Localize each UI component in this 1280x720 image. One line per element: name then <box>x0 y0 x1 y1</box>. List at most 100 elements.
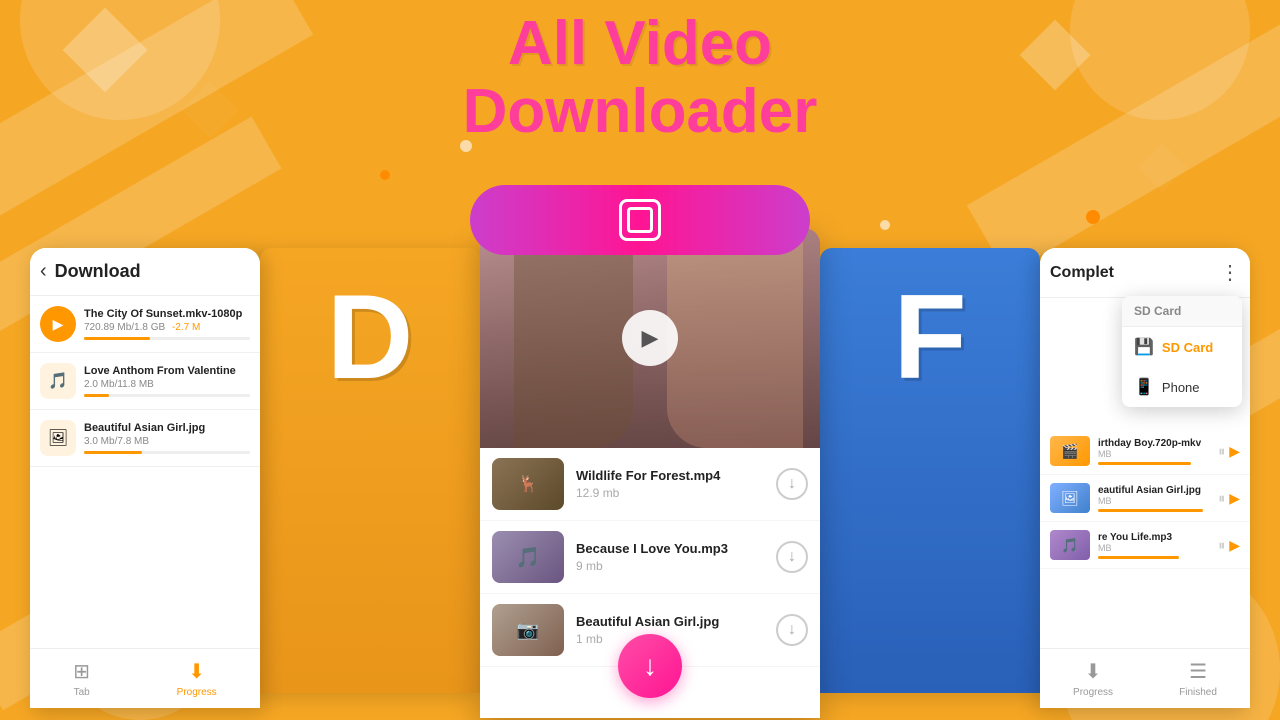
purple-bar-icon <box>619 199 661 241</box>
screen-download: ‹ Download ▶ The City Of Sunset.mkv-1080… <box>30 248 260 708</box>
play-button-1[interactable]: ▶ <box>40 306 76 342</box>
screen-right-bottom-nav: ⬇ Progress ☰ Finished <box>1040 648 1250 708</box>
media-size-1: 12.9 mb <box>576 486 776 500</box>
completed-name-1: irthday Boy.720p-mkv <box>1098 438 1214 449</box>
completed-size-3: MB <box>1098 543 1214 553</box>
progress-bar-wrap-2 <box>84 394 250 397</box>
completed-size-1: MB <box>1098 449 1214 459</box>
tab-icon: ⊞ <box>73 659 90 684</box>
f-letter-text: F <box>893 268 966 406</box>
media-info-1: Wildlife For Forest.mp4 12.9 mb <box>576 468 776 500</box>
completed-progress-1 <box>1098 462 1191 465</box>
play-btn-completed-2[interactable]: ▶ <box>1229 490 1240 507</box>
fab-download-button[interactable]: ↓ <box>618 634 682 698</box>
item-size-1: 720.89 Mb/1.8 GB -2.7 M <box>84 322 250 333</box>
media-thumb-photo-3: 📷 <box>492 604 564 656</box>
play-btn-completed-3[interactable]: ▶ <box>1229 537 1240 554</box>
progress-bar-wrap-3 <box>84 451 250 454</box>
screen-f-letter: F <box>820 248 1040 693</box>
download-item-info-1: The City Of Sunset.mkv-1080p 720.89 Mb/1… <box>84 308 250 340</box>
dropdown-phone[interactable]: 📱 Phone <box>1122 367 1242 407</box>
download-title: Download <box>55 261 141 282</box>
media-thumb-1: 🦌 <box>492 458 564 510</box>
media-download-btn-1[interactable]: ↓ <box>776 468 808 500</box>
d-letter-text: D <box>327 268 414 406</box>
media-thumb-video-1: 🦌 <box>492 458 564 510</box>
dot-2 <box>880 220 890 230</box>
sdcard-icon: 💾 <box>1134 337 1154 357</box>
video-thumbnail[interactable]: ▶ <box>480 228 820 448</box>
progress-bar-fill-2 <box>84 394 109 397</box>
completed-item-3: 🎵 re You Life.mp3 MB ⏸ ▶ <box>1040 522 1250 569</box>
media-download-btn-3[interactable]: ↓ <box>776 614 808 646</box>
screens-row: ‹ Download ▶ The City Of Sunset.mkv-1080… <box>0 248 1280 718</box>
completed-info-2: eautiful Asian Girl.jpg MB <box>1098 485 1214 512</box>
completed-progress-3 <box>1098 556 1179 559</box>
pause-btn-2[interactable]: ⏸ <box>1218 490 1225 507</box>
progress-label-right: Progress <box>1073 687 1113 698</box>
completed-actions-3: ⏸ ▶ <box>1218 537 1240 554</box>
phone-label: Phone <box>1162 380 1200 395</box>
completed-actions-2: ⏸ ▶ <box>1218 490 1240 507</box>
media-item-2: 🎵 Because I Love You.mp3 9 mb ↓ <box>480 521 820 594</box>
screen-left-bottom-nav: ⊞ Tab ⬇ Progress <box>30 648 260 708</box>
completed-thumb-3: 🎵 <box>1050 530 1090 560</box>
completed-item-2: 🖼 eautiful Asian Girl.jpg MB ⏸ ▶ <box>1040 475 1250 522</box>
item-name-1: The City Of Sunset.mkv-1080p <box>84 308 250 320</box>
finished-label: Finished <box>1179 687 1217 698</box>
progress-bar-fill-1 <box>84 337 150 340</box>
finished-icon: ☰ <box>1189 659 1207 684</box>
media-thumb-music-2: 🎵 <box>492 531 564 583</box>
download-item-1: ▶ The City Of Sunset.mkv-1080p 720.89 Mb… <box>30 296 260 353</box>
phone-icon: 📱 <box>1134 377 1154 397</box>
dot-3 <box>1086 210 1100 224</box>
title-section: All Video Downloader <box>0 10 1280 146</box>
media-info-3: Beautiful Asian Girl.jpg 1 mb <box>576 614 776 646</box>
dot-4 <box>380 170 390 180</box>
download-item-3: 🖼 Beautiful Asian Girl.jpg 3.0 Mb/7.8 MB <box>30 410 260 467</box>
hair-right <box>667 228 803 448</box>
item-size-3: 3.0 Mb/7.8 MB <box>84 436 250 447</box>
media-thumb-3: 📷 <box>492 604 564 656</box>
download-item-info-3: Beautiful Asian Girl.jpg 3.0 Mb/7.8 MB <box>84 422 250 454</box>
back-arrow-icon[interactable]: ‹ <box>40 260 47 283</box>
more-options-icon[interactable]: ⋮ <box>1220 260 1240 285</box>
nav-tab[interactable]: ⊞ Tab <box>73 659 90 698</box>
dropdown-sdcard[interactable]: 💾 SD Card <box>1122 327 1242 367</box>
music-icon-2: 🎵 <box>40 363 76 399</box>
item-size-2: 2.0 Mb/11.8 MB <box>84 379 250 390</box>
completed-thumb-2: 🖼 <box>1050 483 1090 513</box>
completed-list: 🎬 irthday Boy.720p-mkv MB ⏸ ▶ 🖼 eautiful… <box>1040 428 1250 569</box>
nav-progress[interactable]: ⬇ Progress <box>177 659 217 698</box>
completed-title: Complet <box>1050 264 1114 282</box>
image-icon-3: 🖼 <box>40 420 76 456</box>
completed-progress-2 <box>1098 509 1203 512</box>
pause-btn-1[interactable]: ⏸ <box>1218 443 1225 460</box>
tab-label: Tab <box>74 687 90 698</box>
media-download-btn-2[interactable]: ↓ <box>776 541 808 573</box>
sdcard-label: SD Card <box>1162 340 1213 355</box>
progress-icon: ⬇ <box>188 659 205 684</box>
screen-center: ▶ 🦌 Wildlife For Forest.mp4 12.9 mb ↓ 🎵 <box>480 228 820 718</box>
play-btn-completed-1[interactable]: ▶ <box>1229 443 1240 460</box>
nav-progress-right[interactable]: ⬇ Progress <box>1073 659 1113 698</box>
video-play-button[interactable]: ▶ <box>622 310 678 366</box>
title-line2: Downloader <box>0 78 1280 146</box>
purple-bar[interactable] <box>470 185 810 255</box>
media-size-2: 9 mb <box>576 559 776 573</box>
hair-left <box>514 228 633 448</box>
media-name-3: Beautiful Asian Girl.jpg <box>576 614 776 629</box>
nav-finished[interactable]: ☰ Finished <box>1179 659 1217 698</box>
item-name-3: Beautiful Asian Girl.jpg <box>84 422 250 434</box>
storage-dropdown[interactable]: SD Card 💾 SD Card 📱 Phone <box>1122 296 1242 407</box>
completed-header: Complet ⋮ <box>1040 248 1250 298</box>
download-item-2: 🎵 Love Anthom From Valentine 2.0 Mb/11.8… <box>30 353 260 410</box>
download-item-info-2: Love Anthom From Valentine 2.0 Mb/11.8 M… <box>84 365 250 397</box>
media-info-2: Because I Love You.mp3 9 mb <box>576 541 776 573</box>
progress-bar-fill-3 <box>84 451 142 454</box>
progress-bar-wrap-1 <box>84 337 250 340</box>
progress-icon-right: ⬇ <box>1085 659 1102 684</box>
media-item-1: 🦌 Wildlife For Forest.mp4 12.9 mb ↓ <box>480 448 820 521</box>
title-line1: All Video <box>0 10 1280 78</box>
pause-btn-3[interactable]: ⏸ <box>1218 537 1225 554</box>
